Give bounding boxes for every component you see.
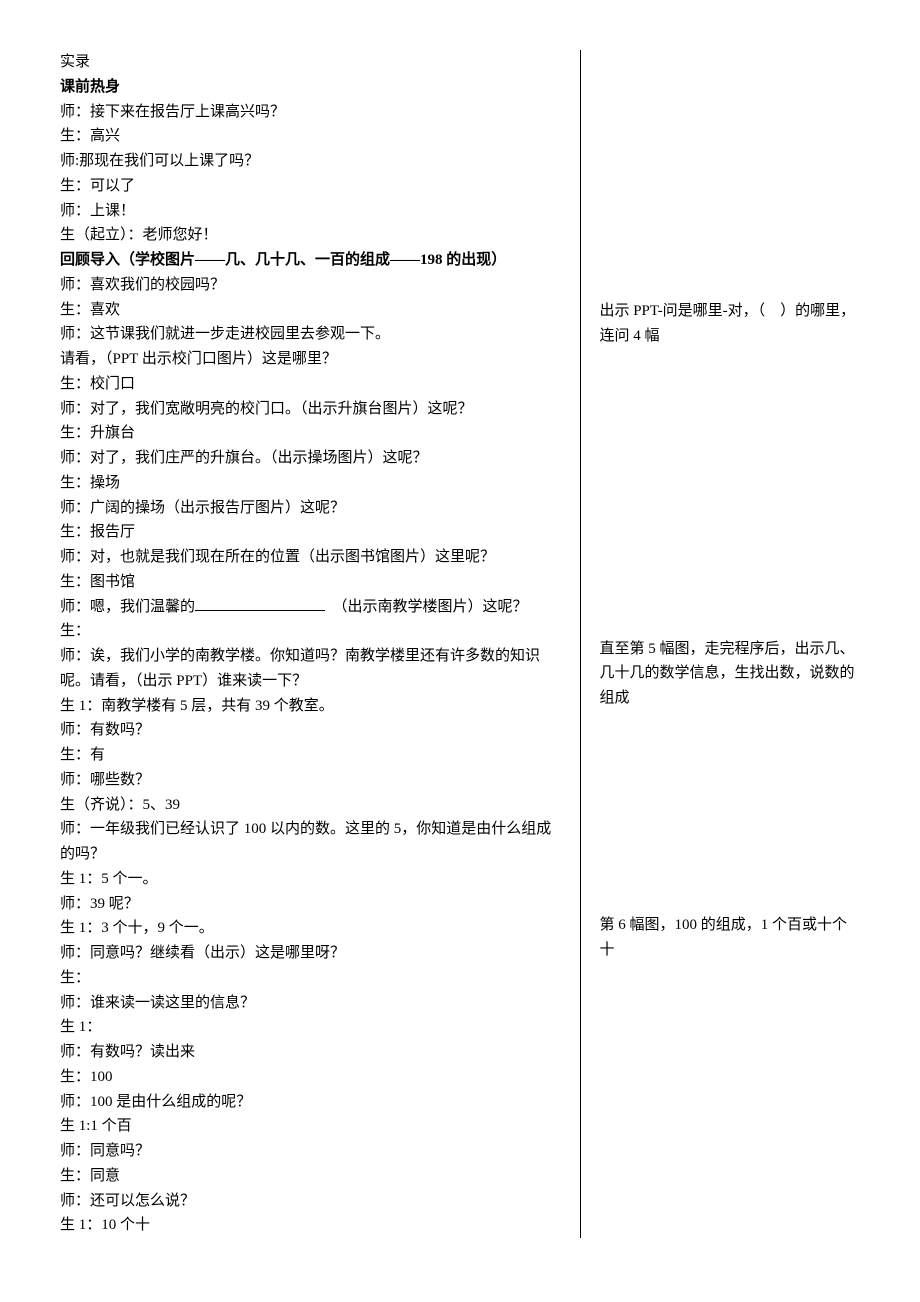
transcript-line: 师：有数吗？读出来 [60,1040,562,1065]
transcript-line: 师:那现在我们可以上课了吗？ [60,149,562,174]
header-line: 实录 [60,50,562,75]
margin-note: 第 6 幅图，100 的组成，1 个百或十个十 [599,913,860,963]
margin-note: 直至第 5 幅图，走完程序后，出示几、几十几的数学信息，生找出数，说数的组成 [599,637,860,711]
transcript-line: 生：报告厅 [60,520,562,545]
transcript-line: 师：接下来在报告厅上课高兴吗？ [60,100,562,125]
transcript-line: 请看，（PPT 出示校门口图片）这是哪里？ [60,347,562,372]
blank-after-text: （出示南教学楼图片）这呢？ [333,599,528,615]
note-spacer [599,355,860,637]
transcript-line: 师：哪些数？ [60,768,562,793]
transcript-line: 生： [60,619,562,644]
transcript-line: 师：一年级我们已经认识了 100 以内的数。这里的 5，你知道是由什么组成的吗？ [60,817,562,867]
transcript-line: 师：诶，我们小学的南教学楼。你知道吗？南教学楼里还有许多数的知识呢。请看，（出示… [60,644,562,694]
transcript-line: 生：喜欢 [60,298,562,323]
two-column-layout: 实录 课前热身 师：接下来在报告厅上课高兴吗？ 生：高兴 师:那现在我们可以上课… [60,50,860,1238]
transcript-line: 生 1：南教学楼有 5 层，共有 39 个教室。 [60,694,562,719]
blank-before-text: 师：嗯，我们温馨的 [60,599,195,615]
note-spacer [599,50,860,299]
fill-blank [195,595,325,611]
transcript-line: 生：可以了 [60,174,562,199]
transcript-line: 师：39 呢？ [60,892,562,917]
margin-note: 出示 PPT-问是哪里-对，（ ）的哪里，连问 4 幅 [599,299,860,349]
transcript-line: 生：有 [60,743,562,768]
transcript-line: 师：有数吗？ [60,718,562,743]
transcript-line: 生：图书馆 [60,570,562,595]
transcript-line: 师：谁来读一读这里的信息？ [60,991,562,1016]
note-spacer [599,717,860,913]
notes-column: 出示 PPT-问是哪里-对，（ ）的哪里，连问 4 幅 直至第 5 幅图，走完程… [581,50,860,1238]
transcript-line: 师：100 是由什么组成的呢？ [60,1090,562,1115]
transcript-line: 师：对了，我们宽敞明亮的校门口。（出示升旗台图片）这呢？ [60,397,562,422]
transcript-line: 生 1:1 个百 [60,1114,562,1139]
section-title-warmup: 课前热身 [60,75,562,100]
transcript-line-with-blank: 师：嗯，我们温馨的 （出示南教学楼图片）这呢？ [60,595,562,620]
transcript-line: 生 1：3 个十，9 个一。 [60,916,562,941]
transcript-line: 生：100 [60,1065,562,1090]
transcript-line: 师：对了，我们庄严的升旗台。（出示操场图片）这呢？ [60,446,562,471]
transcript-line: 生：校门口 [60,372,562,397]
transcript-line: 师：喜欢我们的校园吗？ [60,273,562,298]
transcript-line: 生：同意 [60,1164,562,1189]
transcript-line: 生 1：10 个十 [60,1213,562,1238]
transcript-line: 生：操场 [60,471,562,496]
transcript-line: 生（起立）：老师您好！ [60,223,562,248]
transcript-line: 生 1： [60,1015,562,1040]
transcript-line: 师：广阔的操场（出示报告厅图片）这呢？ [60,496,562,521]
transcript-line: 师：同意吗？ [60,1139,562,1164]
transcript-line: 师：还可以怎么说？ [60,1189,562,1214]
transcript-line: 师：对，也就是我们现在所在的位置（出示图书馆图片）这里呢？ [60,545,562,570]
section-title-review: 回顾导入（学校图片——几、几十几、一百的组成——198 的出现） [60,248,562,273]
transcript-line: 师：同意吗？继续看（出示）这是哪里呀？ [60,941,562,966]
transcript-line: 师：上课！ [60,199,562,224]
transcript-line: 师：这节课我们就进一步走进校园里去参观一下。 [60,322,562,347]
transcript-line: 生： [60,966,562,991]
transcript-line: 生：高兴 [60,124,562,149]
transcript-line: 生 1：5 个一。 [60,867,562,892]
transcript-line: 生：升旗台 [60,421,562,446]
transcript-column: 实录 课前热身 师：接下来在报告厅上课高兴吗？ 生：高兴 师:那现在我们可以上课… [60,50,581,1238]
transcript-line: 生（齐说）：5、39 [60,793,562,818]
